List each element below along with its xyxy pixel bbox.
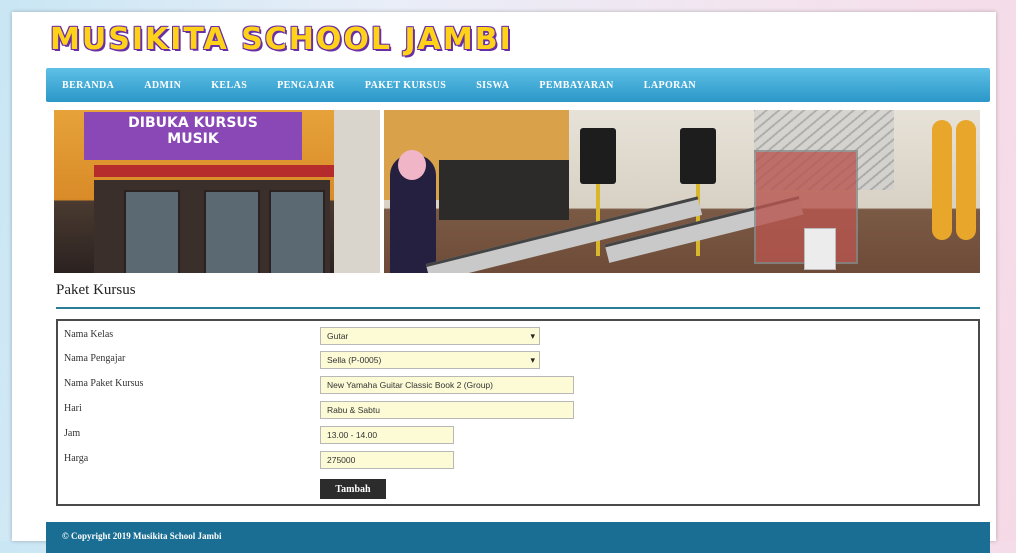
store-door bbox=[269, 190, 325, 273]
storefront-photo: DIBUKA KURSUS MUSIK bbox=[54, 110, 380, 273]
sign-line-1: DIBUKA KURSUS bbox=[128, 115, 258, 131]
nama-pengajar-value: Sella (P-0005) bbox=[327, 355, 382, 365]
nama-kelas-value: Gutar bbox=[327, 331, 349, 341]
nav-menu: BERANDA ADMIN KELAS PENGAJAR PAKET KURSU… bbox=[46, 68, 990, 102]
nama-paket-input[interactable]: New Yamaha Guitar Classic Book 2 (Group) bbox=[320, 376, 574, 394]
harga-input[interactable]: 275000 bbox=[320, 451, 454, 469]
nav-item-paket-kursus[interactable]: PAKET KURSUS bbox=[365, 80, 446, 91]
speaker bbox=[680, 128, 716, 184]
title-divider bbox=[56, 307, 980, 309]
sign-line-2: MUSIK bbox=[167, 131, 219, 147]
nav-item-pengajar[interactable]: PENGAJAR bbox=[277, 80, 335, 91]
label-hari: Hari bbox=[64, 403, 82, 414]
nav-item-kelas[interactable]: KELAS bbox=[211, 80, 247, 91]
store-band bbox=[94, 165, 334, 177]
site-logo[interactable]: MUSIKITA SCHOOL JAMBI bbox=[50, 18, 513, 62]
site-footer: © Copyright 2019 Musikita School Jambi bbox=[46, 522, 990, 553]
guitar bbox=[956, 120, 976, 240]
page-title: Paket Kursus bbox=[56, 282, 136, 298]
course-sign: DIBUKA KURSUS MUSIK bbox=[84, 112, 302, 160]
hari-input[interactable]: Rabu & Sabtu bbox=[320, 401, 574, 419]
label-harga: Harga bbox=[64, 453, 89, 464]
studio-photo bbox=[384, 110, 980, 273]
nav-item-beranda[interactable]: BERANDA bbox=[62, 80, 114, 91]
label-nama-pengajar: Nama Pengajar bbox=[64, 353, 126, 364]
store-door bbox=[204, 190, 260, 273]
nav-item-laporan[interactable]: LAPORAN bbox=[644, 80, 696, 91]
nama-pengajar-select[interactable]: Sella (P-0005) bbox=[320, 351, 540, 369]
nama-kelas-select[interactable]: Gutar bbox=[320, 327, 540, 345]
nav-item-pembayaran[interactable]: PEMBAYARAN bbox=[539, 80, 613, 91]
copyright-text: © Copyright 2019 Musikita School Jambi bbox=[62, 531, 222, 541]
store-door bbox=[124, 190, 180, 273]
label-jam: Jam bbox=[64, 428, 81, 439]
jam-input[interactable]: 13.00 - 14.00 bbox=[320, 426, 454, 444]
nav-item-admin[interactable]: ADMIN bbox=[144, 80, 181, 91]
speaker bbox=[580, 128, 616, 184]
piano bbox=[439, 160, 569, 220]
label-nama-kelas: Nama Kelas bbox=[64, 329, 114, 340]
building-wall bbox=[334, 110, 380, 273]
header-banner: DIBUKA KURSUS MUSIK bbox=[54, 110, 980, 273]
student-head bbox=[398, 150, 426, 180]
stool bbox=[804, 228, 836, 270]
paket-kursus-form: Nama Kelas Gutar Nama Pengajar Sella (P-… bbox=[56, 319, 980, 506]
label-nama-paket: Nama Paket Kursus bbox=[64, 378, 144, 389]
page-container: MUSIKITA SCHOOL JAMBI BERANDA ADMIN KELA… bbox=[12, 12, 996, 553]
nav-item-siswa[interactable]: SISWA bbox=[476, 80, 509, 91]
tambah-button[interactable]: Tambah bbox=[320, 479, 386, 499]
main-navbar: BERANDA ADMIN KELAS PENGAJAR PAKET KURSU… bbox=[46, 68, 990, 102]
guitar bbox=[932, 120, 952, 240]
